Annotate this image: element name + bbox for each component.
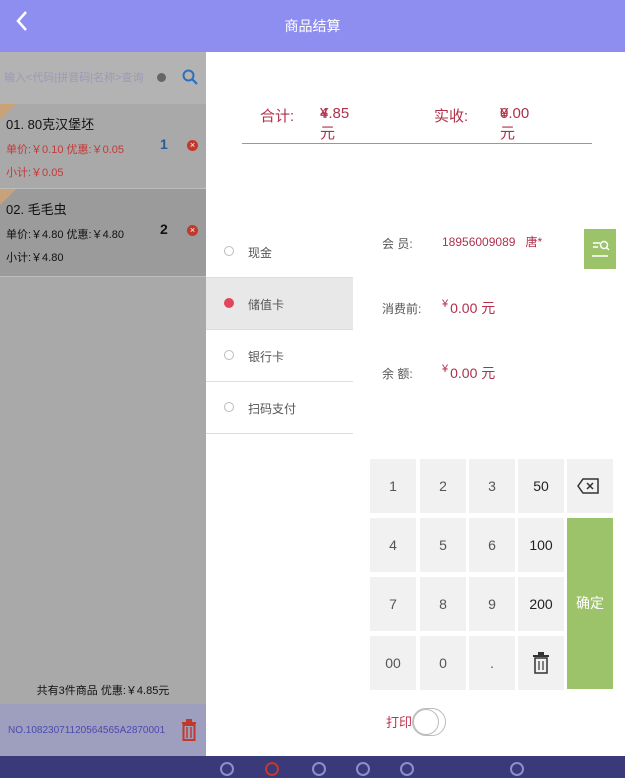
item-name: 01. 80克汉堡坯	[6, 117, 95, 132]
backspace-icon	[577, 478, 599, 494]
key-9[interactable]: 9	[469, 577, 515, 631]
radio-checked-icon[interactable]	[224, 298, 234, 308]
cart-item[interactable]: 01. 80克汉堡坯 单价:￥0.10 优惠:￥0.05 小计:￥0.05 1 …	[0, 104, 206, 189]
key-00[interactable]: 00	[370, 636, 416, 690]
key-6[interactable]: 6	[469, 518, 515, 572]
key-0[interactable]: 0	[420, 636, 466, 690]
item-subtotal: 小计:￥4.80	[6, 252, 64, 264]
radio-icon[interactable]	[224, 246, 234, 256]
bottom-bar	[0, 756, 625, 778]
nav-icon[interactable]	[400, 762, 414, 776]
pay-option-cash[interactable]: 现金	[206, 226, 353, 278]
print-toggle[interactable]	[412, 708, 446, 736]
key-1[interactable]: 1	[370, 459, 416, 513]
totals-row: 合计: ¥4.85 元 实收: ¥0.00 元	[242, 92, 592, 144]
scan-member-button[interactable]	[584, 229, 616, 269]
pay-option-label: 银行卡	[248, 350, 285, 364]
scan-icon	[592, 240, 610, 257]
item-qty[interactable]: 1	[160, 136, 168, 152]
order-number: NO.10823071120564565A2870001	[8, 725, 166, 736]
radio-icon[interactable]	[224, 350, 234, 360]
page-title: 商品结算	[284, 18, 341, 34]
payment-methods: 现金 储值卡 银行卡 扫码支付	[206, 226, 353, 434]
item-price: 单价:￥4.80 优惠:￥4.80	[6, 229, 124, 241]
member-phone: 18956009089 唐*	[442, 235, 543, 249]
search-icon[interactable]	[181, 68, 199, 86]
confirm-button[interactable]: 确定	[567, 518, 613, 689]
balance-value: ¥0.00 元	[442, 363, 496, 381]
before-label: 消费前:	[382, 302, 422, 316]
search-bar: 输入<代码|拼音码|名称>查询...	[0, 52, 206, 104]
print-label: 打印	[386, 715, 413, 730]
pay-option-qr[interactable]: 扫码支付	[206, 382, 353, 434]
key-50[interactable]: 50	[518, 459, 564, 513]
key-4[interactable]: 4	[370, 518, 416, 572]
pay-option-label: 扫码支付	[248, 402, 297, 416]
nav-icon[interactable]	[265, 762, 279, 776]
trash-icon[interactable]	[181, 719, 197, 741]
search-input[interactable]: 输入<代码|拼音码|名称>查询...	[4, 68, 144, 88]
key-200[interactable]: 200	[518, 577, 564, 631]
key-3[interactable]: 3	[469, 459, 515, 513]
key-2[interactable]: 2	[420, 459, 466, 513]
nav-icon[interactable]	[510, 762, 524, 776]
trash-icon	[533, 652, 549, 674]
key-100[interactable]: 100	[518, 518, 564, 572]
balance-label: 余 额:	[382, 367, 413, 381]
item-qty[interactable]: 2	[160, 221, 168, 237]
item-price: 单价:￥0.10 优惠:￥0.05	[6, 144, 124, 156]
radio-icon[interactable]	[224, 402, 234, 412]
cart-item[interactable]: 02. 毛毛虫 单价:￥4.80 优惠:￥4.80 小计:￥4.80 2 ×	[0, 189, 206, 277]
pay-option-label: 现金	[248, 246, 273, 260]
clear-icon[interactable]	[157, 73, 166, 82]
member-row: 会 员: 18956009089 唐*	[382, 227, 617, 269]
member-label: 会 员:	[382, 237, 413, 251]
key-8[interactable]: 8	[420, 577, 466, 631]
order-bar: NO.10823071120564565A2870001	[0, 704, 206, 756]
key-dot[interactable]: .	[469, 636, 515, 690]
backspace-button[interactable]	[567, 459, 613, 513]
item-subtotal: 小计:￥0.05	[6, 167, 64, 179]
key-7[interactable]: 7	[370, 577, 416, 631]
cart-summary: 共有3件商品 优惠:￥4.85元	[36, 685, 170, 697]
balance-row: 余 额: ¥0.00 元	[382, 357, 617, 387]
key-5[interactable]: 5	[420, 518, 466, 572]
before-row: 消费前: ¥0.00 元	[382, 292, 617, 322]
toggle-knob	[413, 709, 439, 735]
received-label: 实收:	[434, 108, 469, 125]
clear-button[interactable]	[518, 636, 564, 690]
remove-item-icon[interactable]: ×	[187, 140, 198, 151]
pay-option-label: 储值卡	[248, 298, 285, 312]
total-label: 合计:	[260, 108, 295, 125]
pay-option-stored-card[interactable]: 储值卡	[206, 278, 353, 330]
nav-icon[interactable]	[220, 762, 234, 776]
item-name: 02. 毛毛虫	[6, 202, 67, 217]
header-bar: 商品结算	[0, 0, 625, 52]
before-value: ¥0.00 元	[442, 298, 496, 316]
nav-icon[interactable]	[356, 762, 370, 776]
cart-panel: 输入<代码|拼音码|名称>查询... 01. 80克汉堡坯 单价:￥0.10 优…	[0, 52, 206, 756]
remove-item-icon[interactable]: ×	[187, 225, 198, 236]
nav-icon[interactable]	[312, 762, 326, 776]
pay-option-bank-card[interactable]: 银行卡	[206, 330, 353, 382]
checkout-panel: 合计: ¥4.85 元 实收: ¥0.00 元 现金 储值卡 银行卡 扫码支付 …	[206, 52, 625, 756]
numeric-keypad: 1 2 3 50 4 5 6 100 确定 7 8 9 200 00 0 .	[370, 459, 618, 696]
